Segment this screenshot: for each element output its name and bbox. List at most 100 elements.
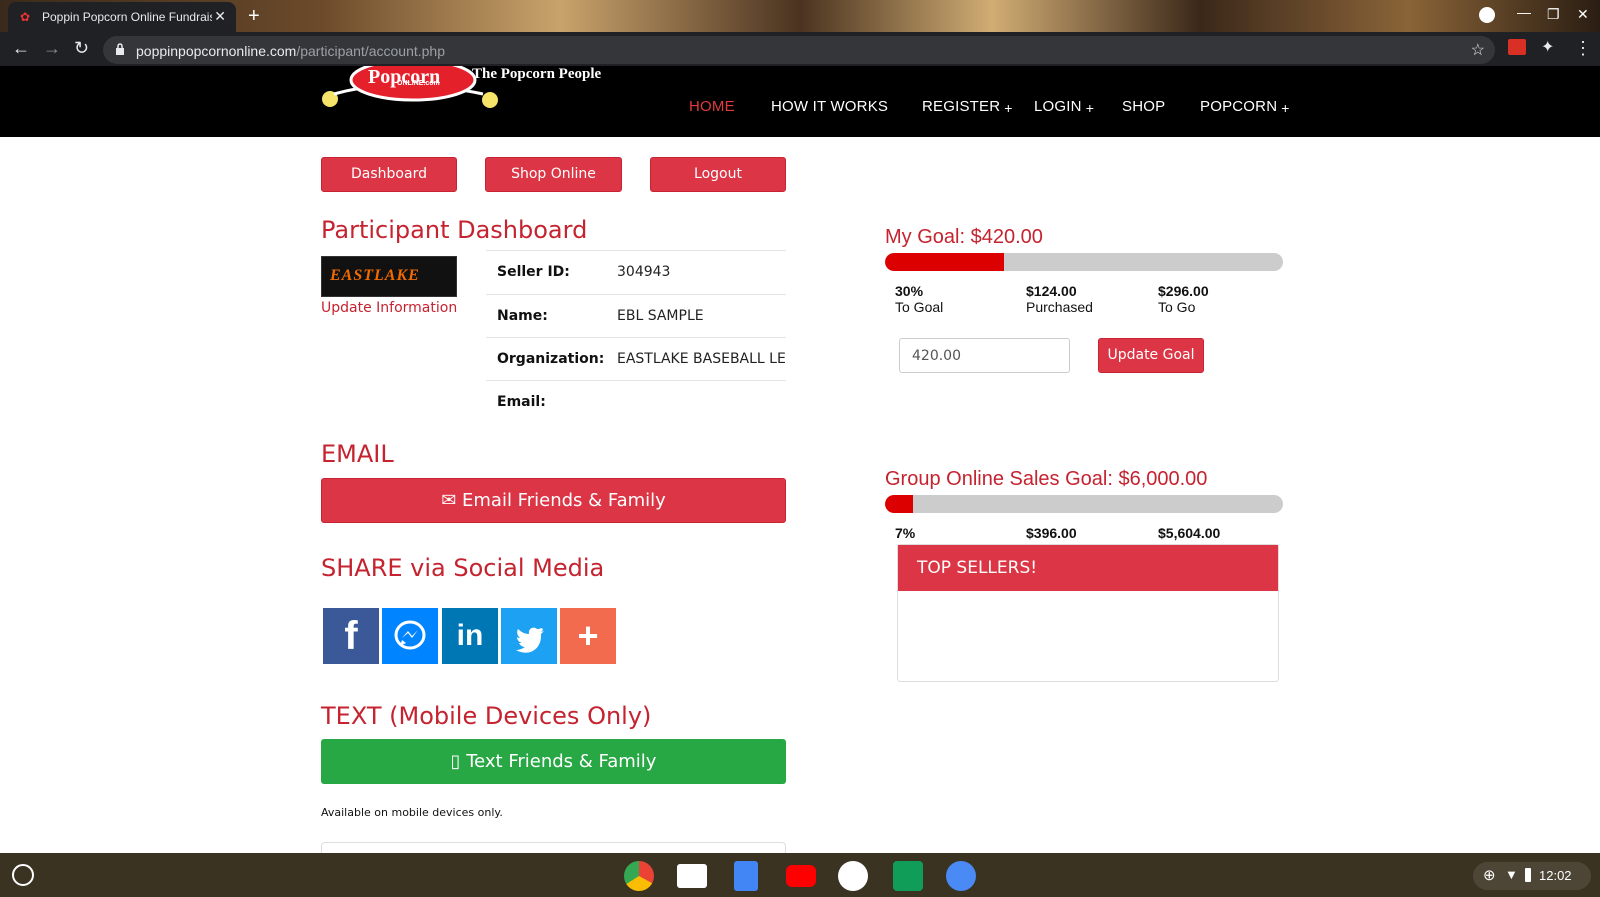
restore-icon[interactable]: ❐: [1547, 6, 1560, 23]
more-share-icon[interactable]: +: [560, 608, 616, 664]
stat-value: 7%: [895, 525, 916, 541]
stat-label: To Goal: [895, 299, 944, 315]
status-tray[interactable]: ⊕ ▼ 12:02: [1473, 862, 1591, 890]
info-label: Name:: [497, 308, 548, 324]
nav-login[interactable]: LOGIN +: [1034, 98, 1095, 116]
nav-register-plus-icon: +: [1004, 100, 1013, 116]
stat-value: 30%: [895, 283, 924, 299]
mobile-only-note: Available on mobile devices only.: [321, 806, 503, 819]
add-circle-icon: ⊕: [1483, 867, 1496, 884]
extensions-puzzle-icon[interactable]: ✦: [1541, 38, 1554, 58]
bookmark-star-icon[interactable]: ☆: [1471, 40, 1485, 60]
new-tab-button[interactable]: +: [248, 4, 260, 28]
group-goal-progress-bar: [885, 495, 1283, 513]
youtube-app-icon[interactable]: [786, 865, 816, 887]
reload-icon[interactable]: ↻: [74, 38, 89, 58]
group-goal-pct-stat: 7%: [895, 525, 915, 541]
clock-time: 12:02: [1539, 868, 1572, 883]
group-goal-purchased-stat: $396.00: [1026, 525, 1077, 541]
goal-amount-input[interactable]: [899, 338, 1070, 373]
address-bar[interactable]: poppinpopcornonline.com/participant/acco…: [103, 36, 1495, 64]
group-goal-to-go-stat: $5,604.00: [1158, 525, 1220, 541]
update-information-link[interactable]: Update Information: [321, 300, 457, 316]
forward-icon[interactable]: →: [43, 38, 61, 58]
stat-value: $396.00: [1026, 525, 1077, 541]
site-tagline: The Popcorn People: [472, 66, 602, 82]
email-friends-button[interactable]: ✉ Email Friends & Family: [321, 478, 786, 523]
popcorn-favicon-icon: ✿: [20, 10, 31, 24]
my-goal-to-go-stat: $296.00 To Go: [1158, 283, 1209, 315]
gmail-app-icon[interactable]: [677, 864, 707, 888]
chrome-app-icon[interactable]: [624, 861, 654, 891]
text-heading: TEXT (Mobile Devices Only): [321, 702, 652, 730]
stat-value: $296.00: [1158, 283, 1209, 299]
top-sellers-heading: TOP SELLERS!: [898, 545, 1278, 591]
battery-icon: [1525, 868, 1531, 882]
info-value: 304943: [617, 264, 671, 280]
nav-how-it-works[interactable]: HOW IT WORKS: [771, 98, 888, 115]
sheets-app-icon[interactable]: [893, 861, 923, 891]
my-goal-title: My Goal: $420.00: [885, 226, 1043, 248]
tab-title: Poppin Popcorn Online Fundraisi: [42, 10, 212, 24]
my-goal-progress-fill: [885, 253, 1005, 271]
minimize-icon[interactable]: —: [1517, 4, 1531, 20]
linkedin-share-icon[interactable]: in: [442, 608, 498, 664]
text-friends-button[interactable]: ▯ Text Friends & Family: [321, 739, 786, 784]
update-goal-button[interactable]: Update Goal: [1098, 338, 1204, 373]
info-row-seller-id: Seller ID: 304943: [486, 250, 786, 293]
info-label: Seller ID:: [497, 264, 570, 280]
close-tab-icon[interactable]: ✕: [214, 8, 226, 25]
nav-popcorn-plus-icon: +: [1281, 100, 1290, 116]
org-logo: EASTLAKE: [321, 256, 457, 297]
url-text: poppinpopcornonline.com/participant/acco…: [136, 43, 445, 59]
stat-label: To Go: [1158, 299, 1196, 315]
email-friends-label: Email Friends & Family: [462, 490, 666, 511]
email-heading: EMAIL: [321, 440, 394, 468]
text-friends-label: Text Friends & Family: [466, 751, 657, 772]
top-sellers-card: TOP SELLERS!: [897, 544, 1279, 682]
org-logo-text: EASTLAKE: [330, 267, 420, 284]
wifi-icon: ▼: [1505, 867, 1518, 882]
chrome-menu-icon[interactable]: ⋮: [1574, 38, 1592, 58]
my-goal-pct-stat: 30% To Goal: [895, 283, 943, 315]
stat-value: $5,604.00: [1158, 525, 1221, 541]
play-store-app-icon[interactable]: [838, 861, 868, 891]
nav-register[interactable]: REGISTER +: [922, 98, 1013, 116]
info-row-email: Email:: [486, 380, 786, 423]
info-value: EASTLAKE BASEBALL LE: [617, 351, 785, 367]
shop-online-button[interactable]: Shop Online: [485, 157, 622, 192]
browser-tab[interactable]: ✿ Poppin Popcorn Online Fundraisi ✕: [8, 2, 236, 32]
extension-icon[interactable]: [1508, 39, 1526, 55]
docs-app-icon[interactable]: [734, 861, 758, 891]
back-icon[interactable]: ←: [12, 38, 30, 58]
page-title: Participant Dashboard: [321, 216, 588, 244]
logo-subtext: ONLINE.com: [397, 80, 440, 87]
files-app-icon[interactable]: [946, 861, 976, 891]
launcher-icon[interactable]: [12, 864, 34, 886]
info-label: Organization:: [497, 351, 605, 367]
close-window-icon[interactable]: ✕: [1577, 6, 1589, 23]
content-card: [321, 842, 786, 853]
stat-label: Purchased: [1026, 299, 1093, 315]
facebook-share-icon[interactable]: f: [323, 608, 379, 664]
group-goal-progress-fill: [885, 495, 913, 513]
my-goal-purchased-stat: $124.00 Purchased: [1026, 283, 1093, 315]
lock-icon: [116, 43, 124, 55]
social-heading: SHARE via Social Media: [321, 554, 605, 582]
twitter-share-icon[interactable]: [501, 608, 557, 664]
dashboard-button[interactable]: Dashboard: [321, 157, 457, 192]
browser-toolbar: ← → ↻ poppinpopcornonline.com/participan…: [0, 32, 1600, 66]
nav-popcorn[interactable]: POPCORN +: [1200, 98, 1290, 116]
my-goal-progress-bar: [885, 253, 1283, 271]
nav-login-plus-icon: +: [1085, 100, 1095, 116]
profile-icon[interactable]: [1479, 7, 1495, 23]
messenger-share-icon[interactable]: [382, 608, 438, 664]
nav-home[interactable]: HOME: [689, 98, 735, 115]
mobile-phone-icon: ▯: [450, 751, 461, 772]
stat-value: $124.00: [1026, 283, 1077, 299]
logout-button[interactable]: Logout: [650, 157, 786, 192]
group-goal-title: Group Online Sales Goal: $6,000.00: [885, 468, 1208, 490]
info-label: Email:: [497, 394, 546, 410]
info-row-organization: Organization: EASTLAKE BASEBALL LE: [486, 337, 786, 380]
nav-shop[interactable]: SHOP: [1122, 98, 1165, 115]
